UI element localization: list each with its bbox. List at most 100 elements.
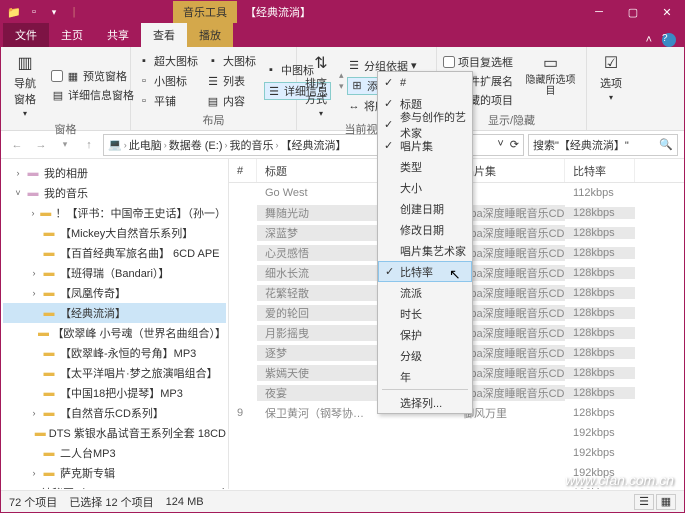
menu-item[interactable]: #	[378, 72, 472, 93]
hide-sel-label: 隐藏所选项目	[523, 75, 578, 97]
node-label: 萨克斯专辑	[60, 465, 115, 481]
expand-icon[interactable]: ˅	[11, 188, 25, 198]
close-icon[interactable]: ✕	[650, 1, 684, 23]
tree-node[interactable]: ›▬我的相册	[3, 163, 226, 183]
qat-dropdown[interactable]: ▾	[45, 3, 63, 21]
preview-pane-chk[interactable]: ▦预览窗格	[51, 68, 134, 84]
nav-pane-label: 导航窗格	[9, 75, 41, 107]
layout-content[interactable]: ▤内容	[206, 93, 256, 109]
tree-node[interactable]: ▬【Mickey大自然音乐系列】	[3, 223, 226, 243]
item-checkbox[interactable]: 项目复选框	[443, 54, 513, 70]
tree-node[interactable]: ▬【太平洋唱片·梦之旅演唱组合】	[3, 363, 226, 383]
layout-lg[interactable]: ▪大图标	[206, 53, 256, 69]
tree-node[interactable]: ▬DTS 紫银水晶试音王系列全套 18CD	[3, 423, 226, 443]
menu-item[interactable]: 参与创作的艺术家	[378, 114, 472, 135]
options-button[interactable]: ☑ 选项 ▾	[593, 51, 629, 104]
col-bitrate[interactable]: 比特率	[565, 159, 635, 182]
recent-icon[interactable]: ▾	[55, 135, 75, 155]
folder-icon: ▬	[25, 166, 41, 180]
tree-node[interactable]: ˅▬我的音乐	[3, 183, 226, 203]
details-view-icon[interactable]: ☰	[634, 494, 654, 510]
menu-item-more[interactable]: 选择列...	[378, 392, 472, 413]
thumbs-view-icon[interactable]: ▦	[656, 494, 676, 510]
tab-view[interactable]: 查看	[141, 23, 187, 47]
details-pane-chk[interactable]: ▤详细信息窗格	[51, 87, 134, 103]
minimize-icon[interactable]: ─	[582, 1, 616, 23]
cursor-icon: ↖	[449, 266, 461, 283]
add-column-menu[interactable]: #标题参与创作的艺术家唱片集类型大小创建日期修改日期唱片集艺术家比特率流派时长保…	[377, 71, 473, 414]
tree-node[interactable]: ›▬【凤凰传奇】	[3, 283, 226, 303]
tab-home[interactable]: 主页	[49, 23, 95, 47]
layout-sm[interactable]: ▫小图标	[137, 73, 198, 89]
table-row[interactable]: 192kbps	[229, 423, 684, 443]
dropdown-icon[interactable]: ˅	[497, 138, 503, 151]
node-label: 神秘园（The Ultimate Secret Garden）	[41, 485, 229, 489]
tab-file[interactable]: 文件	[3, 23, 49, 47]
maximize-icon[interactable]: ▢	[616, 1, 650, 23]
search-input[interactable]: 搜索"【经典流淌】" 🔍	[528, 134, 678, 156]
tree-node[interactable]: ▬二人台MP3	[3, 443, 226, 463]
up-icon[interactable]: ↑	[79, 135, 99, 155]
node-label: 我的相册	[44, 165, 88, 181]
crumb-music[interactable]: 我的音乐	[229, 137, 273, 153]
context-tab[interactable]: 音乐工具	[173, 1, 237, 23]
table-row[interactable]: 192kbps	[229, 443, 684, 463]
layout-list[interactable]: ☰列表	[206, 73, 256, 89]
qat-btn[interactable]: ▫	[25, 3, 43, 21]
selection-count: 已选择 12 个项目	[69, 494, 153, 510]
tree-node[interactable]: ▬【经典流淌】	[3, 303, 226, 323]
nav-tree[interactable]: ›▬我的相册˅▬我的音乐›▬！【评书：中国帝王史话】（孙一）▬【Mickey大自…	[1, 159, 229, 489]
tab-share[interactable]: 共享	[95, 23, 141, 47]
col-num[interactable]: #	[229, 159, 257, 182]
menu-item[interactable]: 唱片集	[378, 135, 472, 156]
nav-pane-button[interactable]: ▥ 导航窗格 ▾	[7, 51, 43, 120]
hide-icon: ▭	[541, 53, 561, 73]
menu-item[interactable]: 唱片集艺术家	[378, 240, 472, 261]
collapse-ribbon-icon[interactable]: ˄	[646, 34, 652, 46]
tree-node[interactable]: ▬【欧翠峰 小号魂（世界名曲组合）】	[3, 323, 226, 343]
forward-icon[interactable]: →	[31, 135, 51, 155]
menu-item[interactable]: 分级	[378, 345, 472, 366]
menu-item[interactable]: 流派	[378, 282, 472, 303]
help-icon[interactable]: ?	[662, 33, 676, 47]
crumb-vol[interactable]: 数据卷 (E:)	[169, 137, 223, 153]
menu-item[interactable]: 年	[378, 366, 472, 387]
node-label: ！【评书：中国帝王史话】（孙一）	[56, 205, 227, 221]
node-label: 【凤凰传奇】	[60, 285, 126, 301]
menu-item[interactable]: 修改日期	[378, 219, 472, 240]
layout-tiles[interactable]: ▫平铺	[137, 93, 198, 109]
tab-play[interactable]: 播放	[187, 23, 233, 47]
expand-icon[interactable]: ›	[11, 168, 25, 178]
menu-item[interactable]: 时长	[378, 303, 472, 324]
crumb-pc[interactable]: 此电脑	[129, 137, 162, 153]
node-label: 【班得瑞（Bandari）】	[60, 265, 169, 281]
folder-icon: ▬	[41, 286, 57, 300]
tree-node[interactable]: ›▬萨克斯专辑	[3, 463, 226, 483]
tree-node[interactable]: ▬神秘园（The Ultimate Secret Garden）	[3, 483, 226, 489]
node-label: 【中国18把小提琴】MP3	[60, 385, 183, 401]
menu-item[interactable]: 保护	[378, 324, 472, 345]
pc-icon: 💻	[108, 138, 122, 151]
expand-icon[interactable]: ›	[27, 468, 41, 478]
expand-icon[interactable]: ›	[27, 268, 41, 278]
folder-icon: ▬	[27, 486, 38, 489]
back-icon[interactable]: ←	[7, 135, 27, 155]
expand-icon[interactable]: ›	[27, 208, 39, 218]
expand-icon[interactable]: ›	[27, 408, 41, 418]
menu-item[interactable]: 创建日期	[378, 198, 472, 219]
crumb-current[interactable]: 【经典流淌】	[280, 137, 346, 153]
folder-icon: ▬	[41, 446, 57, 460]
hide-selected-button[interactable]: ▭ 隐藏所选项目	[521, 51, 580, 111]
expand-icon[interactable]: ›	[27, 288, 41, 298]
tree-node[interactable]: ▬【欧翠峰-永恒的号角】MP3	[3, 343, 226, 363]
menu-item[interactable]: 类型	[378, 156, 472, 177]
tree-node[interactable]: ▬【中国18把小提琴】MP3	[3, 383, 226, 403]
tree-node[interactable]: ▬【百首经典军旅名曲】 6CD APE	[3, 243, 226, 263]
layout-xl[interactable]: ▪超大图标	[137, 53, 198, 69]
sort-button[interactable]: ⇅ 排序方式 ▾	[303, 51, 339, 120]
tree-node[interactable]: ›▬！【评书：中国帝王史话】（孙一）	[3, 203, 226, 223]
refresh-icon[interactable]: ⟳	[510, 138, 519, 151]
menu-item[interactable]: 大小	[378, 177, 472, 198]
tree-node[interactable]: ›▬【班得瑞（Bandari）】	[3, 263, 226, 283]
tree-node[interactable]: ›▬【自然音乐CD系列】	[3, 403, 226, 423]
